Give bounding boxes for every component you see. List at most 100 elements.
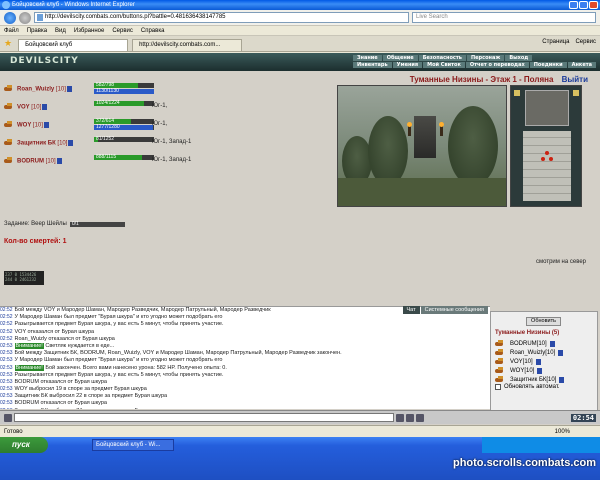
chat-time[interactable]: 02:53 [0, 408, 13, 409]
party-member[interactable]: Roan_Wuizly [10] 582/798 1130/1130 [4, 82, 334, 95]
menu-item[interactable]: Справка [141, 26, 165, 35]
player-name[interactable]: Защитник БК [10] [17, 139, 77, 146]
tab-chat[interactable]: Чат [402, 306, 420, 314]
chat-time[interactable]: 02:53 [0, 379, 13, 385]
location-player-name: BODRUM[10] [510, 340, 547, 347]
monument[interactable] [414, 116, 436, 158]
chat-message: 02:53 Бой между Защитник БК, BODRUM, Roan… [0, 350, 490, 357]
favorites-star-icon[interactable]: ★ [4, 38, 12, 49]
address-bar[interactable]: http://devilscity.combats.com/buttons.pl… [34, 12, 409, 23]
game-nav-item[interactable]: Отчет о переводах [465, 62, 529, 68]
refresh-button[interactable]: Обновить [526, 317, 561, 326]
forward-button[interactable] [19, 11, 31, 24]
player-name[interactable]: Roan_Wuizly [10] [17, 85, 77, 92]
chat-time[interactable]: 02:52 [0, 321, 13, 327]
exit-link[interactable]: Выйти [562, 75, 588, 84]
menu-item[interactable]: Файл [4, 26, 19, 35]
chat-time[interactable]: 02:53 [0, 357, 13, 363]
party-member[interactable]: BODRUM [10] 888/1115 Юг-1, Запад-1 [4, 154, 334, 167]
location-player[interactable]: Защитник БК[10] [495, 375, 565, 384]
chat-time[interactable]: 02:53 [0, 393, 13, 399]
info-icon[interactable] [42, 103, 48, 110]
location-player[interactable]: WOY[10] [495, 366, 564, 375]
clear-icon[interactable] [406, 413, 414, 422]
party-member[interactable]: WOY [10] 372/614 1277/1280 Юг-1, [4, 118, 334, 131]
info-icon[interactable] [537, 367, 543, 374]
game-nav-item[interactable]: Мой Свиток [423, 62, 465, 68]
back-button[interactable] [4, 11, 16, 24]
chat-time[interactable]: 02:52 [0, 336, 13, 342]
status-bar: Готово 100% [0, 425, 600, 437]
location-name: Туманные Низины - Этаж 1 - Поляна [409, 75, 554, 84]
menu-bar: Файл Правка Вид Избранное Сервис Справка [0, 26, 600, 36]
game-nav-item[interactable]: Персонаж [466, 55, 505, 61]
settings-icon[interactable] [416, 413, 424, 422]
chat-time[interactable]: 02:52 [0, 329, 13, 335]
chat-time[interactable]: 02:53 [0, 343, 13, 349]
tab-devilscity[interactable]: http://devilscity.combats.com... [132, 39, 243, 51]
turn-left-icon[interactable] [514, 90, 520, 96]
close-button[interactable] [589, 1, 598, 9]
info-icon[interactable] [56, 157, 62, 164]
chat-text: Разыгрывается предмет Бурая шкура, у вас… [14, 371, 224, 378]
player-name[interactable]: BODRUM [10] [17, 157, 77, 164]
chat-time[interactable]: 02:52 [0, 307, 13, 313]
chat-time[interactable]: 02:53 [0, 350, 13, 356]
auto-refresh[interactable]: Обновлять автомат. [495, 384, 560, 390]
game-nav-item[interactable]: Умения [392, 62, 423, 68]
chat-message: 02:53 BODRUM отказался от Бурая шкура [0, 379, 490, 386]
turn-right-icon[interactable] [573, 90, 579, 96]
tab-combats[interactable]: Бойцовский клуб [18, 39, 129, 51]
location-player[interactable]: BODRUM[10] [495, 339, 564, 348]
smiley-icon[interactable] [4, 413, 12, 422]
player-name[interactable]: WOY [10] [17, 121, 77, 128]
address-url: http://devilscity.combats.com/buttons.pl… [45, 14, 226, 20]
menu-item[interactable]: Сервис [112, 26, 133, 35]
hp-text: 1024/1224 [96, 100, 120, 106]
info-icon[interactable] [558, 349, 564, 356]
maximize-button[interactable] [579, 1, 588, 9]
info-icon[interactable] [43, 121, 49, 128]
tab-system-messages[interactable]: Системные сообщения [420, 306, 488, 314]
info-icon[interactable] [549, 340, 555, 347]
taskbar-item-ie[interactable]: Бойцовский клуб - Wi... [92, 439, 174, 451]
info-icon[interactable] [68, 139, 74, 146]
map-grid[interactable] [523, 131, 571, 201]
page-menu[interactable]: Страница [542, 39, 569, 45]
game-nav-item[interactable]: Общение [382, 55, 418, 61]
search-input[interactable]: Live Search [412, 12, 596, 23]
chat-time[interactable]: 02:52 [0, 314, 13, 320]
location-player[interactable]: VOY[10] [495, 357, 564, 366]
game-nav-item[interactable]: Знание [352, 55, 382, 61]
chat-text: У Мародер Шаман был предмет "Бурая шкура… [14, 314, 223, 321]
send-icon[interactable] [396, 413, 404, 422]
game-nav-item[interactable]: Поединки [529, 62, 567, 68]
scene-view[interactable] [337, 85, 507, 207]
chat-time[interactable]: 02:53 [0, 372, 13, 378]
info-icon[interactable] [66, 85, 72, 92]
minimize-button[interactable] [569, 1, 578, 9]
game-nav-item[interactable]: Анкета [567, 62, 596, 68]
party-member[interactable]: VOY [10] 1024/1224 Юг-1, [4, 100, 334, 113]
auto-refresh-checkbox[interactable] [495, 384, 501, 390]
game-nav-item[interactable]: Безопасность [418, 55, 466, 61]
menu-item[interactable]: Избранное [74, 26, 104, 35]
player-bars: 582/798 1130/1130 [94, 82, 154, 94]
menu-item[interactable]: Вид [55, 26, 66, 35]
chat-time[interactable]: 02:53 [0, 400, 13, 406]
location-player-name: WOY[10] [510, 367, 535, 374]
chat-time[interactable]: 02:53 [0, 365, 13, 371]
start-button[interactable]: пуск [0, 437, 48, 453]
player-name[interactable]: VOY [10] [17, 103, 77, 110]
chat-input[interactable] [14, 413, 394, 422]
chat-time[interactable]: 02:53 [0, 386, 13, 392]
game-nav-item[interactable]: Выход [505, 55, 533, 61]
party-member[interactable]: Защитник БК [10] 81/1252 Юг-1, Запад-1 [4, 136, 334, 149]
game-logo: DEVILSCITY [10, 56, 79, 66]
info-icon[interactable] [559, 376, 565, 383]
info-icon[interactable] [535, 358, 541, 365]
tools-menu[interactable]: Сервис [575, 39, 596, 45]
menu-item[interactable]: Правка [27, 26, 47, 35]
location-player[interactable]: Roan_Wuizly[10] [495, 348, 564, 357]
game-nav-item[interactable]: Инвентарь [352, 62, 392, 68]
